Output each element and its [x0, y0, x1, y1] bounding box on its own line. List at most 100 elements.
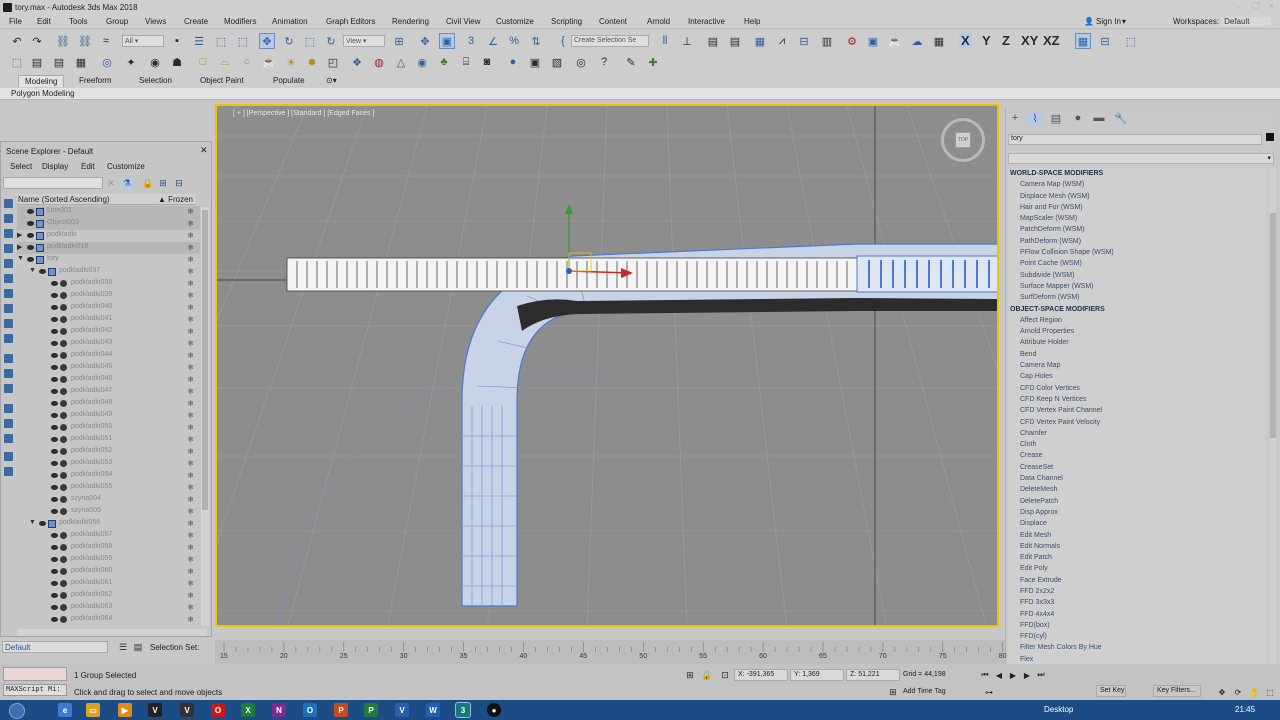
freeze-toggle-icon[interactable]: ❄ — [187, 519, 194, 528]
explorer-row[interactable]: podkladki054 ❄ — [17, 470, 200, 482]
utilities-tab-icon[interactable]: 🔧 — [1114, 111, 1128, 125]
dynamics-icon[interactable]: ◍ — [372, 55, 386, 69]
explorer-row[interactable]: podkladki063 ❄ — [17, 602, 200, 614]
3dsmax-icon[interactable]: 3 — [455, 702, 471, 718]
layer-list-icon[interactable]: ▤ — [52, 55, 66, 69]
particle-icon[interactable]: ❖ — [350, 55, 364, 69]
select-scale-icon[interactable]: ⬚ — [303, 34, 317, 48]
visibility-eye-icon[interactable] — [27, 221, 34, 226]
excel-icon[interactable]: X — [241, 703, 255, 717]
render-toggle-icon[interactable] — [60, 532, 67, 539]
teapot-icon[interactable]: ☕ — [262, 55, 276, 69]
freeze-toggle-icon[interactable]: ❄ — [187, 531, 194, 540]
modifier-item[interactable]: FFD 3x3x3 — [1008, 597, 1266, 608]
coord-z-field[interactable]: Z: 51,221 — [846, 669, 900, 681]
modifier-item[interactable]: Arnold Properties — [1008, 326, 1266, 337]
expand-toggle-icon[interactable]: ▶ — [17, 231, 22, 239]
selection-lock-icon[interactable]: 🔒 — [700, 668, 714, 682]
render-toggle-icon[interactable] — [60, 400, 67, 407]
render-production-icon[interactable]: ☕ — [888, 34, 902, 48]
axis-y-button[interactable]: Y — [982, 33, 991, 48]
render-toggle-icon[interactable] — [60, 568, 67, 575]
explorer-menu-display[interactable]: Display — [42, 162, 68, 171]
visibility-eye-icon[interactable] — [51, 317, 58, 322]
modifier-item[interactable]: Displace — [1008, 518, 1266, 529]
modifier-item[interactable]: PFlow Collision Shape (WSM) — [1008, 247, 1266, 258]
start-button[interactable] — [9, 703, 25, 719]
visibility-eye-icon[interactable] — [27, 209, 34, 214]
visibility-eye-icon[interactable] — [51, 341, 58, 346]
render-toggle-icon[interactable] — [60, 352, 67, 359]
layer-explorer-icon[interactable]: ☰ — [116, 640, 130, 654]
menu-file[interactable]: File — [9, 17, 22, 26]
modifier-item[interactable]: Bend — [1008, 349, 1266, 360]
snaps-toggle-icon[interactable]: 3 — [464, 34, 478, 48]
freeze-toggle-icon[interactable]: ❄ — [187, 363, 194, 372]
isolate-selection-icon[interactable]: ⊞ — [683, 668, 697, 682]
add-icon[interactable]: ✚ — [646, 55, 660, 69]
freeze-toggle-icon[interactable]: ❄ — [187, 483, 194, 492]
freeze-toggle-icon[interactable]: ❄ — [187, 231, 194, 240]
freeze-toggle-icon[interactable]: ❄ — [187, 219, 194, 228]
close-icon[interactable]: ✕ — [200, 145, 208, 156]
visibility-eye-icon[interactable] — [51, 533, 58, 538]
modifier-item[interactable]: Displace Mesh (WSM) — [1008, 191, 1266, 202]
explorer-row[interactable]: podkladki041 ❄ — [17, 314, 200, 326]
workspace-value[interactable]: Default — [1221, 17, 1272, 26]
explorer-row[interactable]: podkladki044 ❄ — [17, 350, 200, 362]
menu-edit[interactable]: Edit — [37, 17, 51, 26]
select-object-icon[interactable]: ▪ — [170, 34, 184, 48]
menu-tools[interactable]: Tools — [69, 17, 88, 26]
explorer-scroll-thumb[interactable] — [202, 210, 208, 510]
visibility-eye-icon[interactable] — [27, 257, 34, 262]
modifier-item[interactable]: Cloth — [1008, 439, 1266, 450]
explorer-row[interactable]: podkladki064 ❄ — [17, 614, 200, 626]
signin-button[interactable]: Sign In — [1096, 17, 1121, 26]
cone-icon[interactable]: △ — [394, 55, 408, 69]
modifier-item[interactable]: Subdivide (WSM) — [1008, 270, 1266, 281]
foliage-icon[interactable]: ♣ — [437, 55, 451, 69]
menu-rendering[interactable]: Rendering — [392, 17, 429, 26]
modifier-item[interactable]: Point Cache (WSM) — [1008, 258, 1266, 269]
visio-icon[interactable]: V — [395, 703, 409, 717]
modifier-item[interactable]: FFD(cyl) — [1008, 631, 1266, 642]
render-shortcuts-icon[interactable]: ▦ — [932, 34, 946, 48]
render-toggle-icon[interactable] — [60, 580, 67, 587]
menu-graph-editors[interactable]: Graph Editors — [326, 17, 375, 26]
explorer-menu-edit[interactable]: Edit — [81, 162, 95, 171]
edit-named-selection-icon[interactable]: { — [556, 34, 570, 48]
reference-coord-dropdown[interactable]: View ▾ — [343, 35, 385, 47]
signin-dropdown-icon[interactable]: ▾ — [1122, 17, 1126, 26]
rendered-frame-window-icon[interactable]: ▣ — [866, 34, 880, 48]
modifier-item[interactable]: Cap Holes — [1008, 371, 1266, 382]
pivot-center-icon[interactable]: ⊞ — [392, 34, 406, 48]
mass-fx-icon[interactable]: ✦ — [124, 55, 138, 69]
freeze-toggle-icon[interactable]: ❄ — [187, 495, 194, 504]
modifier-item[interactable]: FFD(box) — [1008, 620, 1266, 631]
render-region-icon[interactable]: ▧ — [550, 55, 564, 69]
ribbon-options-icon[interactable]: ⊙▾ — [320, 75, 343, 87]
sphere-primitive-icon[interactable]: ⌓ — [218, 55, 232, 69]
explorer-row[interactable]: szyna005 ❄ — [17, 506, 200, 518]
zoom-icon[interactable]: ✥ — [1216, 686, 1228, 698]
visibility-eye-icon[interactable] — [51, 509, 58, 514]
freeze-toggle-icon[interactable]: ❄ — [187, 579, 194, 588]
bind-space-warp-icon[interactable]: ≈ — [99, 34, 113, 48]
help-icon[interactable]: ? — [597, 55, 611, 69]
modifier-item[interactable]: Crease — [1008, 450, 1266, 461]
word-icon[interactable]: W — [426, 703, 440, 717]
axis-z-button[interactable]: Z — [1002, 33, 1010, 48]
menu-arnold[interactable]: Arnold — [647, 17, 670, 26]
visibility-eye-icon[interactable] — [51, 437, 58, 442]
visibility-eye-icon[interactable] — [51, 365, 58, 370]
vector-icon[interactable]: V — [180, 703, 194, 717]
freeze-toggle-icon[interactable]: ❄ — [187, 339, 194, 348]
freeze-toggle-icon[interactable]: ❄ — [187, 603, 194, 612]
rect-selection-icon[interactable]: ⬚ — [214, 34, 228, 48]
tab-object-paint[interactable]: Object Paint — [194, 75, 250, 87]
layer-add-icon[interactable]: ▦ — [74, 55, 88, 69]
display-all-icon[interactable] — [4, 354, 13, 363]
viewcube-face[interactable]: TOP — [955, 132, 971, 148]
viewport-perspective[interactable]: [ + ] [Perspective ] [Standard ] [Edged … — [215, 104, 999, 627]
freeze-toggle-icon[interactable]: ❄ — [187, 507, 194, 516]
